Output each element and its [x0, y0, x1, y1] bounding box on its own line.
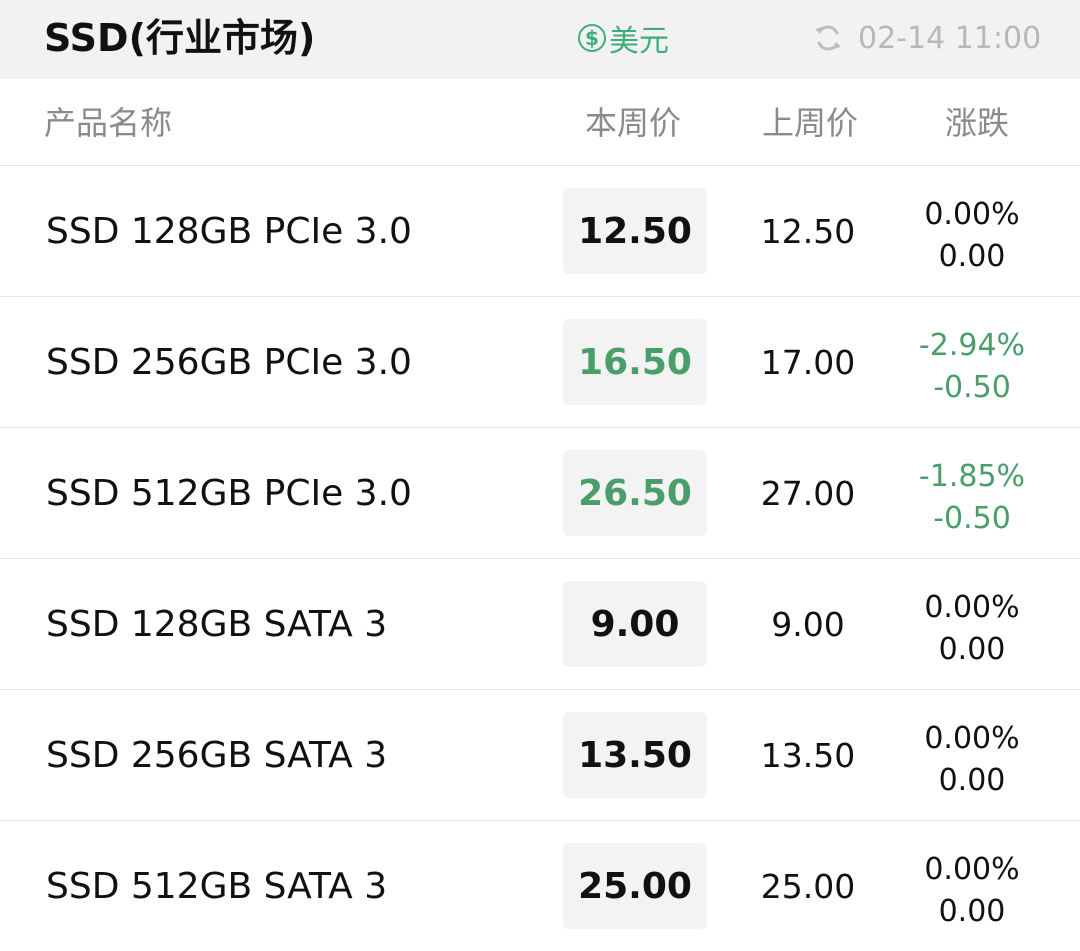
- currency-label: 美元: [609, 24, 669, 59]
- change-percent: 0.00%: [924, 721, 1020, 756]
- price-change: -2.94% -0.50: [900, 325, 1044, 409]
- table-row[interactable]: SSD 256GB SATA 3 13.50 13.50 0.00% 0.00: [0, 690, 1080, 821]
- last-week-price: 25.00: [760, 867, 856, 906]
- product-name: SSD 128GB SATA 3: [46, 604, 388, 645]
- currency-toggle[interactable]: $ 美元: [578, 18, 669, 59]
- price-change: 0.00% 0.00: [900, 194, 1044, 278]
- price-change: -1.85% -0.50: [900, 456, 1044, 540]
- change-percent: 0.00%: [924, 852, 1020, 887]
- this-week-price: 26.50: [563, 450, 707, 536]
- price-change: 0.00% 0.00: [900, 587, 1044, 671]
- this-week-price: 12.50: [563, 188, 707, 274]
- change-amount: 0.00: [938, 632, 1006, 667]
- product-name: SSD 128GB PCIe 3.0: [46, 211, 412, 252]
- price-change: 0.00% 0.00: [900, 849, 1044, 933]
- change-percent: 0.00%: [924, 197, 1020, 232]
- last-week-price: 17.00: [760, 343, 856, 382]
- last-week-price: 9.00: [771, 605, 845, 644]
- column-header-this-week[interactable]: 本周价: [585, 103, 681, 143]
- this-week-price: 9.00: [563, 581, 707, 667]
- product-name: SSD 512GB PCIe 3.0: [46, 473, 412, 514]
- table-row[interactable]: SSD 512GB SATA 3 25.00 25.00 0.00% 0.00: [0, 821, 1080, 951]
- column-header-change[interactable]: 涨跌: [945, 103, 1009, 143]
- table-row[interactable]: SSD 256GB PCIe 3.0 16.50 17.00 -2.94% -0…: [0, 297, 1080, 428]
- product-name: SSD 256GB PCIe 3.0: [46, 342, 412, 383]
- change-percent: 0.00%: [924, 590, 1020, 625]
- this-week-price: 16.50: [563, 319, 707, 405]
- table-row[interactable]: SSD 128GB PCIe 3.0 12.50 12.50 0.00% 0.0…: [0, 166, 1080, 297]
- price-change: 0.00% 0.00: [900, 718, 1044, 802]
- product-name: SSD 512GB SATA 3: [46, 866, 388, 907]
- this-week-price: 13.50: [563, 712, 707, 798]
- top-bar: SSD(行业市场) $ 美元 02-14 11:00: [0, 0, 1080, 79]
- last-week-price: 27.00: [760, 474, 856, 513]
- change-amount: -0.50: [933, 370, 1011, 405]
- this-week-price: 25.00: [563, 843, 707, 929]
- last-week-price: 12.50: [760, 212, 856, 251]
- change-amount: -0.50: [933, 501, 1011, 536]
- update-info[interactable]: 02-14 11:00: [812, 18, 1041, 58]
- refresh-icon[interactable]: [812, 22, 844, 54]
- update-time: 02-14 11:00: [858, 20, 1042, 56]
- table-row[interactable]: SSD 512GB PCIe 3.0 26.50 27.00 -1.85% -0…: [0, 428, 1080, 559]
- dollar-circle-icon: $: [578, 24, 606, 52]
- last-week-price: 13.50: [760, 736, 856, 775]
- column-header-name[interactable]: 产品名称: [44, 103, 172, 143]
- change-percent: -1.85%: [918, 459, 1026, 494]
- table-row[interactable]: SSD 128GB SATA 3 9.00 9.00 0.00% 0.00: [0, 559, 1080, 690]
- column-header-last-week[interactable]: 上周价: [762, 103, 858, 143]
- table-header: 产品名称 本周价 上周价 涨跌: [0, 79, 1080, 166]
- change-percent: -2.94%: [918, 328, 1026, 363]
- page-title: SSD(行业市场): [44, 16, 316, 60]
- change-amount: 0.00: [938, 239, 1006, 274]
- product-name: SSD 256GB SATA 3: [46, 735, 388, 776]
- change-amount: 0.00: [938, 894, 1006, 929]
- change-amount: 0.00: [938, 763, 1006, 798]
